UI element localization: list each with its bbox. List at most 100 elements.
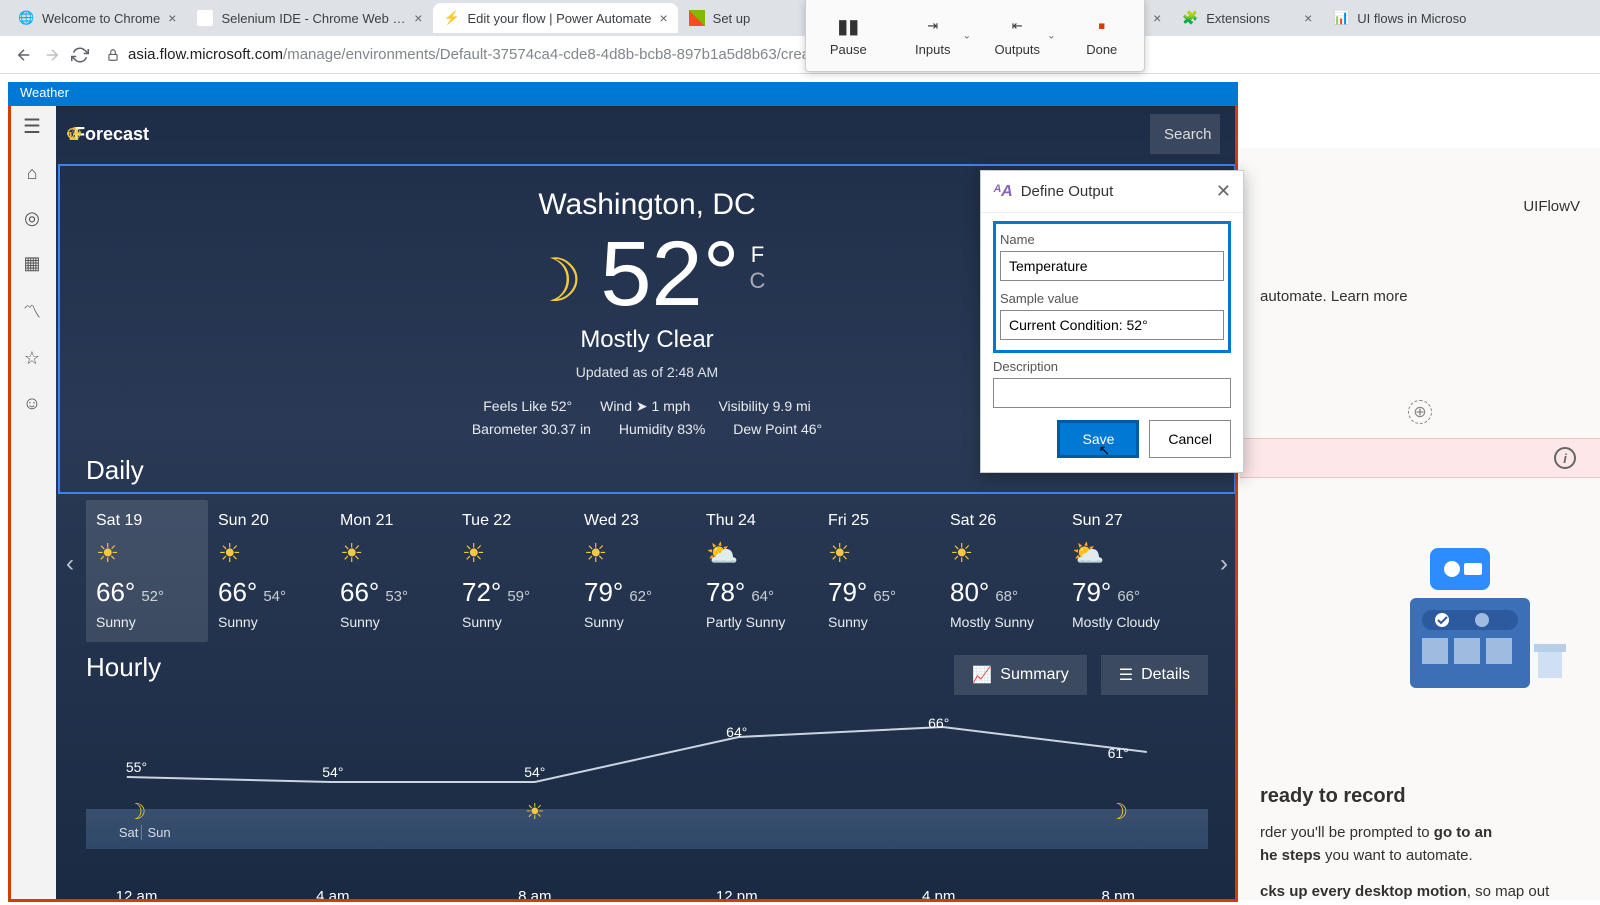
recorder-illustration: [1380, 538, 1580, 718]
tab-selenium[interactable]: Selenium IDE - Chrome Web Sto×: [187, 3, 432, 33]
description-label: Description: [993, 359, 1231, 374]
sample-label: Sample value: [1000, 291, 1224, 306]
recorder-toolbar: ▮▮Pause ⇥Inputs⌄ ⇤Outputs⌄ ⏹Done: [805, 0, 1145, 72]
outputs-button[interactable]: ⇤Outputs⌄: [975, 0, 1060, 71]
back-button[interactable]: [10, 41, 38, 69]
description-input[interactable]: [993, 378, 1231, 408]
inputs-icon: ⇥: [927, 14, 938, 38]
flow-icon: 📊: [1333, 10, 1349, 26]
maps-icon[interactable]: ▦: [23, 253, 40, 274]
unit-c[interactable]: C: [750, 268, 766, 294]
close-icon[interactable]: ×: [414, 10, 422, 26]
save-button[interactable]: Save↖: [1057, 420, 1139, 458]
close-icon[interactable]: ×: [1153, 10, 1161, 26]
weather-sidebar: ☰ ⌂ ◎ ▦ 〽 ☆ ☺: [8, 106, 56, 902]
feedback-icon[interactable]: ☺: [23, 393, 41, 414]
current-temp: 52°: [600, 228, 739, 320]
close-icon[interactable]: ×: [168, 10, 176, 26]
forward-button[interactable]: [38, 41, 66, 69]
hourly-label: 12 pm: [716, 888, 758, 905]
chevron-left-icon[interactable]: ‹: [66, 550, 74, 578]
moon-icon: ☽: [1108, 799, 1128, 825]
hourly-temp: 66°: [928, 715, 949, 731]
ms-icon: [689, 10, 705, 26]
close-icon[interactable]: ×: [1304, 10, 1312, 26]
tab-welcome[interactable]: 🌐Welcome to Chrome×: [8, 3, 186, 33]
daily-card[interactable]: Wed 23☀79°62°Sunny: [574, 500, 696, 642]
stop-icon: ⏹: [1099, 14, 1106, 38]
favorites-icon[interactable]: ☆: [24, 348, 40, 369]
daily-card[interactable]: Sun 20☀66°54°Sunny: [208, 500, 330, 642]
info-icon[interactable]: i: [1554, 447, 1576, 469]
browser-tabstrip: 🌐Welcome to Chrome× Selenium IDE - Chrom…: [0, 0, 1600, 36]
condition-icon: ☽: [529, 246, 583, 316]
radar-icon[interactable]: ◎: [24, 208, 40, 229]
hourly-label: 8 am: [518, 888, 551, 905]
tab-powerautomate[interactable]: ⚡Edit your flow | Power Automate×: [433, 3, 677, 33]
powerautomate-panel: UIFlowV automate. Learn more ⊕ i ready t…: [1240, 148, 1600, 900]
close-icon[interactable]: ×: [659, 10, 667, 26]
daily-card[interactable]: Sat 19☀66°52°Sunny: [86, 500, 208, 642]
hourly-temp: 54°: [524, 764, 545, 780]
daily-card[interactable]: Mon 21☀66°53°Sunny: [330, 500, 452, 642]
tab-extensions[interactable]: 🧩Extensions×: [1172, 3, 1322, 33]
weather-header: Forecast ⟳ ☆ ⟀ ☽ ⋯ Search: [56, 106, 1238, 162]
define-output-dialog: ᴬA Define Output ✕ Name Sample value Des…: [980, 170, 1244, 473]
outputs-icon: ⇤: [1012, 14, 1023, 38]
summary-button[interactable]: 📈Summary: [954, 655, 1086, 695]
daily-card[interactable]: Sat 26☀80°68°Mostly Sunny: [940, 500, 1062, 642]
name-label: Name: [1000, 232, 1224, 247]
weather-titlebar: Weather: [8, 82, 1238, 106]
hourly-title: Hourly: [86, 652, 161, 683]
daily-card[interactable]: Sun 27⛅79°66°Mostly Cloudy: [1062, 500, 1184, 642]
inputs-button[interactable]: ⇥Inputs⌄: [891, 0, 976, 71]
hourly-label: 8 pm: [1102, 888, 1135, 905]
error-bar: [1240, 438, 1600, 478]
dialog-title: Define Output: [1021, 183, 1114, 200]
hourly-temp: 61°: [1108, 745, 1129, 761]
tab-setup[interactable]: Set up: [679, 3, 761, 33]
chevron-down-icon: ⌄: [1047, 30, 1055, 41]
chevron-right-icon[interactable]: ›: [1220, 550, 1228, 578]
lock-icon: [106, 48, 120, 62]
hourly-chart: 55°12 am54°4 am54°8 am64°12 pm66°4 pm61°…: [86, 707, 1208, 877]
cursor-icon: ↖: [1098, 442, 1110, 459]
home-icon[interactable]: ⌂: [27, 163, 38, 184]
cancel-button[interactable]: Cancel: [1149, 420, 1231, 458]
daily-row: ‹ Sat 19☀66°52°SunnySun 20☀66°54°SunnyMo…: [86, 500, 1208, 642]
unit-f[interactable]: F: [750, 242, 766, 268]
more-icon[interactable]: ⋯: [54, 114, 94, 154]
hourly-label: 12 am: [116, 888, 158, 905]
close-icon[interactable]: ✕: [1216, 181, 1231, 202]
moon-icon: ☽: [127, 799, 147, 825]
chevron-down-icon: ⌄: [963, 30, 971, 41]
search-input[interactable]: Search: [1150, 114, 1220, 154]
sample-input[interactable]: [1000, 310, 1224, 340]
name-input[interactable]: [1000, 251, 1224, 281]
address-bar: asia.flow.microsoft.com/manage/environme…: [0, 36, 1600, 74]
done-button[interactable]: ⏹Done: [1060, 0, 1145, 71]
daily-card[interactable]: Tue 22☀72°59°Sunny: [452, 500, 574, 642]
extension-icon: 🧩: [1182, 10, 1198, 26]
ready-heading: ready to record: [1260, 785, 1580, 808]
output-icon: ᴬA: [993, 183, 1013, 201]
daily-card[interactable]: Thu 24⛅78°64°Partly Sunny: [696, 500, 818, 642]
flow-icon: ⚡: [443, 10, 459, 26]
hourly-temp: 54°: [322, 764, 343, 780]
hourly-temp: 55°: [126, 759, 147, 775]
daily-card[interactable]: Fri 25☀79°65°Sunny: [818, 500, 940, 642]
list-icon: ☰: [1119, 665, 1133, 685]
hourly-label: 4 am: [316, 888, 349, 905]
pause-button[interactable]: ▮▮Pause: [806, 0, 891, 71]
pause-icon: ▮▮: [837, 14, 859, 38]
sun-icon: ☀: [525, 799, 545, 825]
globe-icon: 🌐: [18, 10, 34, 26]
history-icon[interactable]: 〽: [23, 298, 41, 324]
tab-uiflows[interactable]: 📊UI flows in Microso: [1323, 3, 1476, 33]
details-button[interactable]: ☰Details: [1101, 655, 1208, 695]
hourly-label: 4 pm: [922, 888, 955, 905]
reload-button[interactable]: [66, 41, 94, 69]
uiflow-label: UIFlowV: [1523, 198, 1580, 215]
add-step-icon[interactable]: ⊕: [1408, 400, 1432, 424]
hamburger-icon[interactable]: ☰: [23, 114, 41, 139]
